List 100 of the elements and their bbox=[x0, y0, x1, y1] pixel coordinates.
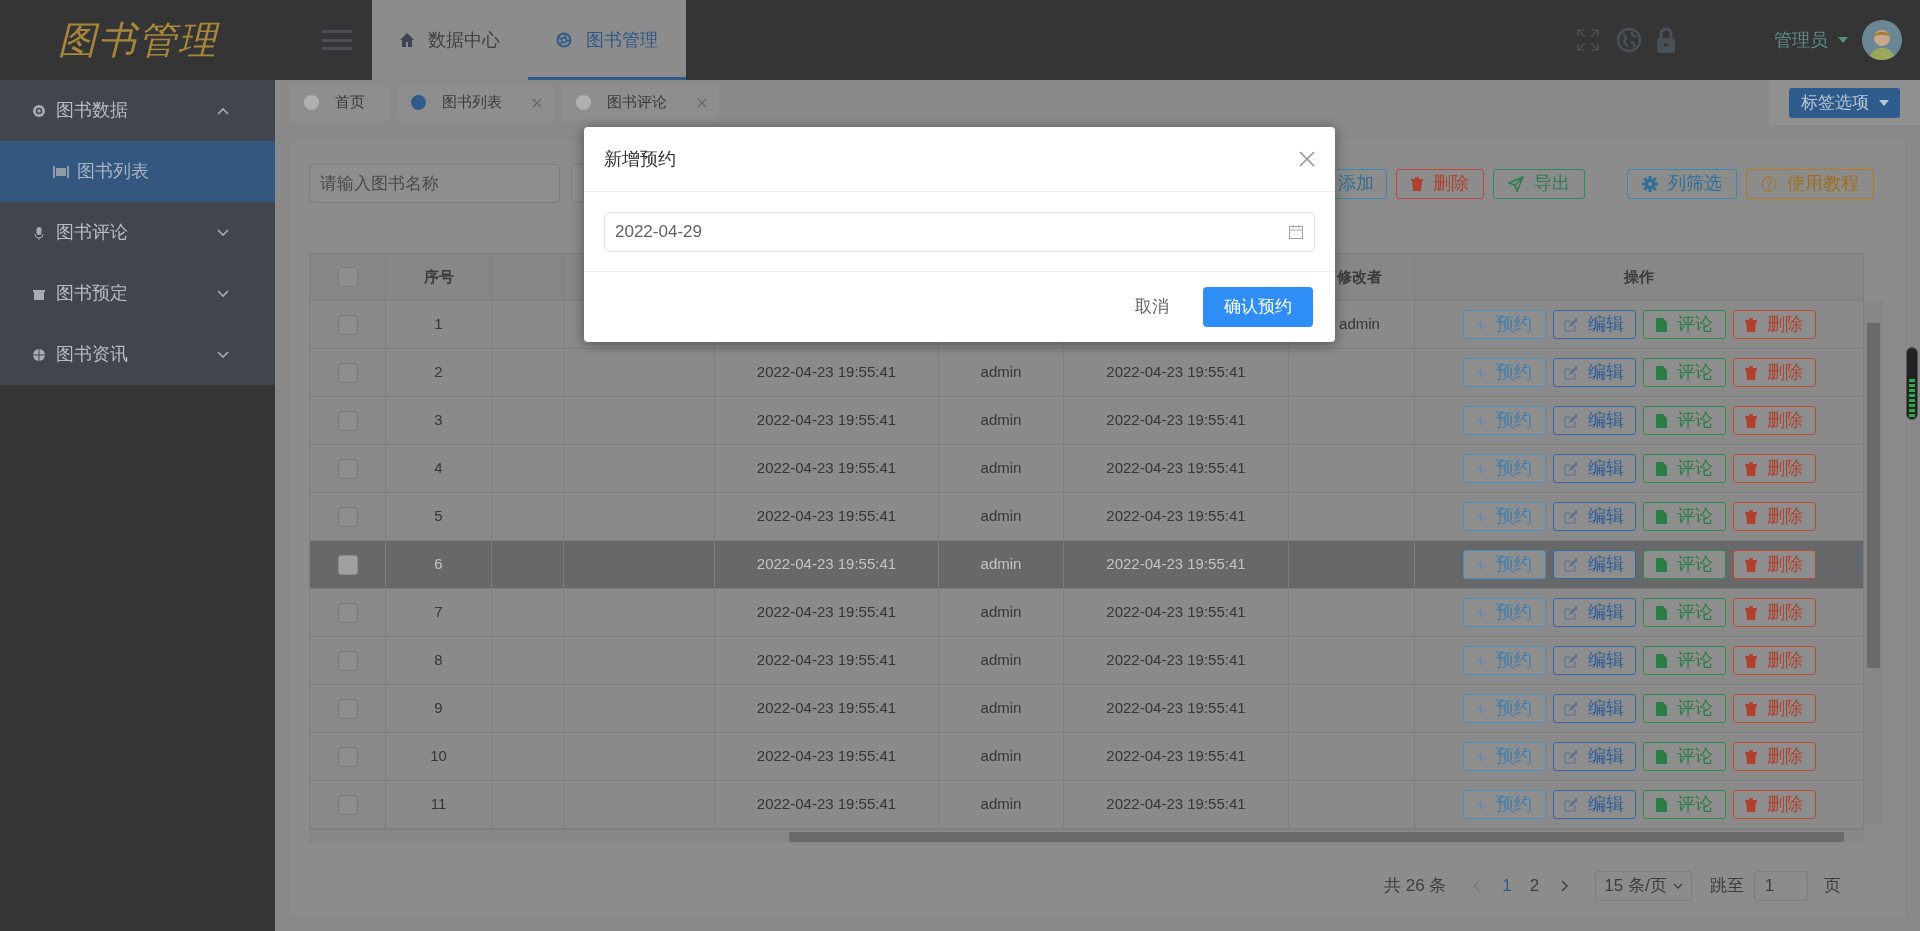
comment-button[interactable]: 评论 bbox=[1642, 598, 1726, 627]
search-field[interactable]: 请输入图书名称 bbox=[309, 164, 560, 203]
delete-button[interactable]: 删除 bbox=[1732, 310, 1816, 339]
reserve-button[interactable]: 预约 bbox=[1462, 406, 1546, 435]
reserve-button[interactable]: 预约 bbox=[1462, 598, 1546, 627]
close-icon[interactable] bbox=[1299, 151, 1315, 167]
caret-icon[interactable] bbox=[1838, 37, 1848, 43]
lock-icon[interactable] bbox=[1656, 26, 1676, 54]
document-icon bbox=[1655, 317, 1667, 332]
reserve-button[interactable]: 预约 bbox=[1462, 694, 1546, 723]
page-input[interactable]: 1 bbox=[1753, 871, 1808, 901]
comment-button[interactable]: 评论 bbox=[1642, 694, 1726, 723]
sidebar-item[interactable]: 图书预定 bbox=[0, 263, 275, 324]
edit-button[interactable]: 编辑 bbox=[1552, 598, 1636, 627]
reserve-button[interactable]: 预约 bbox=[1462, 454, 1546, 483]
edit-icon bbox=[1564, 509, 1578, 524]
edit-button[interactable]: 编辑 bbox=[1552, 742, 1636, 771]
delete-button[interactable]: 删除 bbox=[1396, 168, 1484, 199]
help-button[interactable]: 使用教程 bbox=[1746, 168, 1874, 199]
sidebar-item[interactable]: 图书评论 bbox=[0, 202, 275, 263]
comment-button[interactable]: 评论 bbox=[1642, 310, 1726, 339]
edit-button[interactable]: 编辑 bbox=[1552, 646, 1636, 675]
sidebar-item[interactable]: 图书资讯 bbox=[0, 324, 275, 385]
checkbox[interactable] bbox=[337, 554, 358, 575]
columns-button[interactable]: 列筛选 bbox=[1627, 168, 1737, 199]
reserve-button[interactable]: 预约 bbox=[1462, 646, 1546, 675]
page-number[interactable]: 1 bbox=[1502, 873, 1512, 899]
date-field[interactable]: 2022-04-29 bbox=[604, 212, 1315, 252]
delete-button[interactable]: 删除 bbox=[1732, 742, 1816, 771]
comment-button[interactable]: 评论 bbox=[1642, 742, 1726, 771]
comment-button[interactable]: 评论 bbox=[1642, 358, 1726, 387]
edit-button[interactable]: 编辑 bbox=[1552, 502, 1636, 531]
table-row[interactable]: 10 2022-04-23 19:55:41 admin 2022-04-23 19:55:41 预约 编辑 评论 删除 bbox=[309, 733, 1864, 781]
reserve-button[interactable]: 预约 bbox=[1462, 310, 1546, 339]
edit-button[interactable]: 编辑 bbox=[1552, 694, 1636, 723]
reserve-button[interactable]: 预约 bbox=[1462, 550, 1546, 579]
cancel-button[interactable]: 取消 bbox=[1131, 287, 1173, 327]
calendar-icon[interactable] bbox=[1289, 225, 1303, 239]
delete-button[interactable]: 删除 bbox=[1732, 502, 1816, 531]
page-number[interactable]: 2 bbox=[1529, 873, 1540, 899]
reserve-button[interactable]: 预约 bbox=[1462, 358, 1546, 387]
table-row[interactable]: 5 2022-04-23 19:55:41 admin 2022-04-23 19:55:41 预约 编辑 评论 删除 bbox=[309, 493, 1864, 541]
table-row[interactable]: 9 2022-04-23 19:55:41 admin 2022-04-23 19:55:41 预约 编辑 评论 删除 bbox=[309, 685, 1864, 733]
menu-icon[interactable] bbox=[322, 30, 352, 50]
horizontal-scrollbar[interactable] bbox=[309, 829, 1864, 843]
vertical-scrollbar[interactable] bbox=[1864, 301, 1883, 824]
nav-tab[interactable]: 数据中心 bbox=[372, 0, 528, 80]
delete-button[interactable]: 删除 bbox=[1732, 454, 1816, 483]
sidebar-item[interactable]: 图书数据 bbox=[0, 80, 275, 141]
sidebar-subitem[interactable]: 图书列表 bbox=[0, 141, 275, 202]
edit-button[interactable]: 编辑 bbox=[1552, 790, 1636, 819]
avatar[interactable] bbox=[1862, 20, 1902, 60]
comment-button[interactable]: 评论 bbox=[1642, 790, 1726, 819]
table-row[interactable]: 7 2022-04-23 19:55:41 admin 2022-04-23 19:55:41 预约 编辑 评论 删除 bbox=[309, 589, 1864, 637]
edit-icon bbox=[1564, 317, 1578, 332]
table-row[interactable]: 3 2022-04-23 19:55:41 admin 2022-04-23 19:55:41 预约 编辑 评论 删除 bbox=[309, 397, 1864, 445]
page-tab[interactable]: 图书评论 bbox=[562, 84, 719, 121]
reserve-button[interactable]: 预约 bbox=[1462, 502, 1546, 531]
delete-button[interactable]: 删除 bbox=[1732, 550, 1816, 579]
delete-button[interactable]: 删除 bbox=[1732, 790, 1816, 819]
table-row[interactable]: 8 2022-04-23 19:55:41 admin 2022-04-23 19:55:41 预约 编辑 评论 删除 bbox=[309, 637, 1864, 685]
reserve-button[interactable]: 预约 bbox=[1462, 790, 1546, 819]
next-icon[interactable] bbox=[1561, 880, 1570, 892]
table-cell-text: 2022-04-23 19:55:41 bbox=[1106, 746, 1246, 767]
delete-button[interactable]: 删除 bbox=[1732, 694, 1816, 723]
globe-icon[interactable] bbox=[1616, 27, 1642, 53]
comment-button[interactable]: 评论 bbox=[1642, 406, 1726, 435]
delete-button[interactable]: 删除 bbox=[1732, 358, 1816, 387]
comment-button[interactable]: 评论 bbox=[1642, 646, 1726, 675]
close-icon[interactable] bbox=[697, 97, 707, 108]
edit-button[interactable]: 编辑 bbox=[1552, 550, 1636, 579]
table-row[interactable]: 11 2022-04-23 19:55:41 admin 2022-04-23 19:55:41 预约 编辑 评论 删除 bbox=[309, 781, 1864, 829]
edit-button[interactable]: 编辑 bbox=[1552, 454, 1636, 483]
table-cell-text: admin bbox=[980, 602, 1022, 623]
delete-button[interactable]: 删除 bbox=[1732, 406, 1816, 435]
comment-button[interactable]: 评论 bbox=[1642, 550, 1726, 579]
reserve-button[interactable]: 预约 bbox=[1462, 742, 1546, 771]
export-button[interactable]: 导出 bbox=[1493, 168, 1585, 199]
delete-button[interactable]: 删除 bbox=[1732, 646, 1816, 675]
table-row[interactable]: 4 2022-04-23 19:55:41 admin 2022-04-23 19:55:41 预约 编辑 评论 删除 bbox=[309, 445, 1864, 493]
close-icon[interactable] bbox=[532, 97, 542, 108]
delete-button[interactable]: 删除 bbox=[1732, 598, 1816, 627]
tab-options-button[interactable]: 标签选项 bbox=[1789, 87, 1900, 118]
page-size-select[interactable]: 15 条/页 bbox=[1595, 871, 1692, 901]
table-cell-text: 2022-04-23 19:55:41 bbox=[1106, 410, 1246, 431]
comment-button[interactable]: 评论 bbox=[1642, 454, 1726, 483]
plus-icon bbox=[1476, 655, 1486, 666]
table-row[interactable]: 6 2022-04-23 19:55:41 admin 2022-04-23 19:55:41 预约 编辑 评论 删除 bbox=[309, 541, 1864, 589]
edit-button[interactable]: 编辑 bbox=[1552, 310, 1636, 339]
table-row[interactable]: 2 2022-04-23 19:55:41 admin 2022-04-23 19:55:41 预约 编辑 评论 删除 bbox=[309, 349, 1864, 397]
comment-button[interactable]: 评论 bbox=[1642, 502, 1726, 531]
edit-button[interactable]: 编辑 bbox=[1552, 406, 1636, 435]
trash-icon bbox=[1411, 176, 1423, 191]
page-tab[interactable]: 首页 bbox=[290, 84, 389, 121]
edit-button[interactable]: 编辑 bbox=[1552, 358, 1636, 387]
page-tab[interactable]: 图书列表 bbox=[397, 84, 554, 121]
table-cell-text: admin bbox=[980, 746, 1022, 767]
fullscreen-icon[interactable] bbox=[1576, 28, 1600, 52]
user-name[interactable]: 管理员 bbox=[1774, 26, 1828, 54]
confirm-button[interactable]: 确认预约 bbox=[1203, 287, 1313, 327]
